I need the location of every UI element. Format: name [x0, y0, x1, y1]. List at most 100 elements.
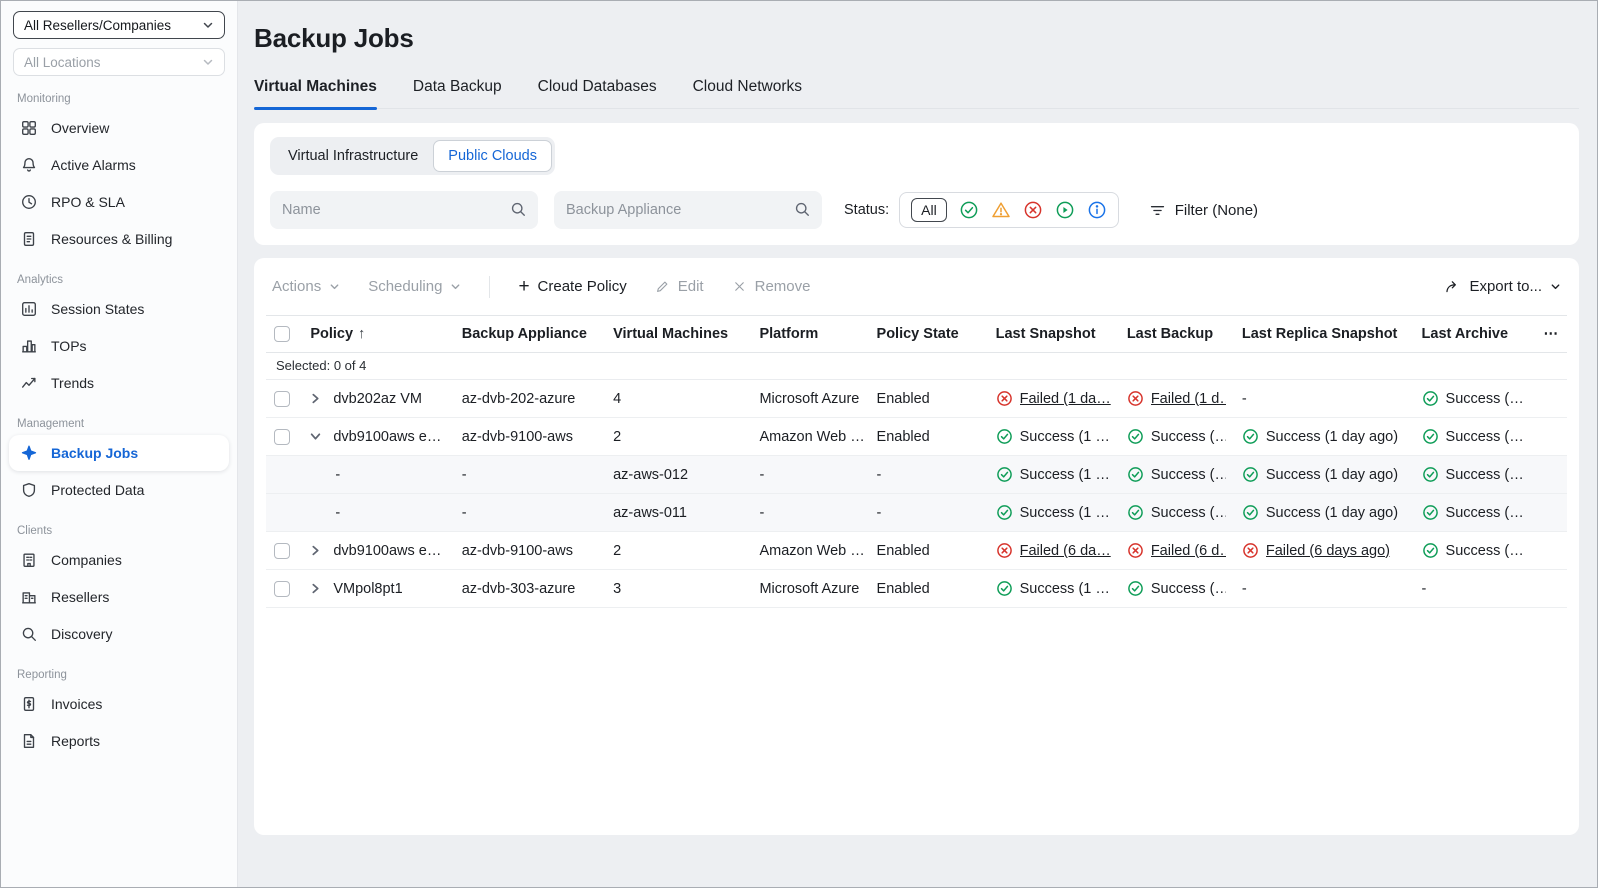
overview-icon — [19, 118, 39, 138]
sidebar-item-label: Overview — [51, 120, 109, 136]
sidebar-item-tops[interactable]: TOPs — [9, 328, 229, 364]
status-info-filter-icon[interactable] — [1087, 200, 1107, 220]
backup-jobs-icon — [19, 443, 39, 463]
chevron-right-icon[interactable] — [310, 583, 324, 594]
success-icon — [996, 428, 1013, 445]
sidebar-item-label: TOPs — [51, 338, 87, 354]
column-settings-button[interactable]: ⋯ — [1531, 316, 1567, 353]
reseller-company-select[interactable]: All Resellers/Companies — [13, 11, 225, 39]
report-icon — [19, 731, 39, 751]
success-icon — [1242, 428, 1259, 445]
last-snapshot-link[interactable]: Failed (6 da… — [1020, 543, 1111, 559]
table-row[interactable]: dvb9100aws e… az-dvb-9100-aws 2 Amazon W… — [266, 418, 1567, 456]
column-last-archive[interactable]: Last Archive — [1414, 316, 1531, 353]
last-snapshot-link[interactable]: Failed (1 da… — [1020, 391, 1111, 407]
name-search-input[interactable] — [270, 191, 538, 229]
tab-cloud-databases[interactable]: Cloud Databases — [538, 78, 657, 108]
row-checkbox[interactable] — [274, 391, 290, 407]
vm-name: az-aws-012 — [605, 456, 751, 494]
sidebar-item-resellers[interactable]: Resellers — [9, 579, 229, 615]
sidebar-item-discovery[interactable]: Discovery — [9, 616, 229, 652]
page-title: Backup Jobs — [254, 23, 1579, 54]
table-row[interactable]: dvb202az VM az-dvb-202-azure 4 Microsoft… — [266, 380, 1567, 418]
column-virtual-machines[interactable]: Virtual Machines — [605, 316, 751, 353]
sidebar-item-trends[interactable]: Trends — [9, 365, 229, 401]
column-backup-appliance[interactable]: Backup Appliance — [454, 316, 605, 353]
actions-dropdown[interactable]: Actions — [272, 278, 340, 295]
tab-cloud-networks[interactable]: Cloud Networks — [693, 78, 802, 108]
location-select[interactable]: All Locations — [13, 48, 225, 76]
sidebar-item-resources-billing[interactable]: Resources & Billing — [9, 221, 229, 257]
status-all-button[interactable]: All — [911, 198, 947, 222]
status-failed-filter-icon[interactable] — [1023, 200, 1043, 220]
pencil-icon — [655, 279, 670, 294]
last-backup-link[interactable]: Failed (1 d… — [1151, 391, 1226, 407]
sidebar-item-invoices[interactable]: Invoices — [9, 686, 229, 722]
last-snapshot-status: Success (1 … — [1020, 467, 1110, 483]
trends-icon — [19, 373, 39, 393]
sidebar-item-label: Active Alarms — [51, 157, 136, 173]
tab-virtual-machines[interactable]: Virtual Machines — [254, 78, 377, 108]
row-checkbox[interactable] — [274, 581, 290, 597]
appliance-search-input[interactable] — [554, 191, 822, 229]
building-icon — [19, 550, 39, 570]
sidebar-item-label: Companies — [51, 552, 122, 568]
select-all-checkbox[interactable] — [274, 326, 290, 342]
sort-asc-icon[interactable]: ↑ — [358, 326, 365, 342]
status-warning-filter-icon[interactable] — [991, 200, 1011, 220]
toggle-virtual-infrastructure[interactable]: Virtual Infrastructure — [273, 140, 433, 172]
archive-cell: - — [1414, 570, 1531, 608]
sidebar-item-reports[interactable]: Reports — [9, 723, 229, 759]
success-icon — [996, 580, 1013, 597]
sidebar-item-companies[interactable]: Companies — [9, 542, 229, 578]
last-replica-link[interactable]: Failed (6 days ago) — [1266, 543, 1390, 559]
sidebar-item-protected-data[interactable]: Protected Data — [9, 472, 229, 508]
filter-row: Status: All Filter (None) — [270, 191, 1563, 229]
chevron-down-icon[interactable] — [310, 431, 324, 442]
remove-button[interactable]: Remove — [732, 278, 811, 295]
last-backup-link[interactable]: Failed (6 d… — [1151, 543, 1226, 559]
column-last-snapshot[interactable]: Last Snapshot — [988, 316, 1119, 353]
toggle-public-clouds[interactable]: Public Clouds — [433, 140, 552, 172]
table-row[interactable]: VMpol8pt1 az-dvb-303-azure 3 Microsoft A… — [266, 570, 1567, 608]
policy-name: dvb9100aws e… — [333, 429, 441, 445]
scheduling-dropdown[interactable]: Scheduling — [368, 278, 461, 295]
column-policy[interactable]: Policy↑ — [302, 316, 453, 353]
sidebar-item-rpo-sla[interactable]: RPO & SLA — [9, 184, 229, 220]
last-snapshot-status: Success (1 … — [1020, 581, 1110, 597]
chevron-right-icon[interactable] — [310, 393, 324, 404]
filter-none-button[interactable]: Filter (None) — [1149, 202, 1258, 219]
table-row[interactable]: dvb9100aws e… az-dvb-9100-aws 2 Amazon W… — [266, 532, 1567, 570]
state-cell: Enabled — [869, 418, 988, 456]
sidebar: All Resellers/Companies All Locations Mo… — [1, 1, 238, 887]
bell-icon — [19, 155, 39, 175]
appliance-cell: - — [454, 494, 605, 532]
sidebar-item-backup-jobs[interactable]: Backup Jobs — [9, 435, 229, 471]
child-vm-row[interactable]: - - az-aws-012 - - Success (1 … Success … — [266, 456, 1567, 494]
column-policy-state[interactable]: Policy State — [869, 316, 988, 353]
row-checkbox[interactable] — [274, 543, 290, 559]
sidebar-item-session-states[interactable]: Session States — [9, 291, 229, 327]
sidebar-item-label: Reports — [51, 733, 100, 749]
tab-data-backup[interactable]: Data Backup — [413, 78, 502, 108]
sidebar-item-overview[interactable]: Overview — [9, 110, 229, 146]
last-replica-status: Success (1 day ago) — [1266, 467, 1398, 483]
column-platform[interactable]: Platform — [751, 316, 868, 353]
platform-cell: - — [751, 456, 868, 494]
row-checkbox[interactable] — [274, 429, 290, 445]
edit-button[interactable]: Edit — [655, 278, 704, 295]
column-last-replica-snapshot[interactable]: Last Replica Snapshot — [1234, 316, 1414, 353]
policy-cell: - — [310, 505, 340, 521]
column-last-backup[interactable]: Last Backup — [1119, 316, 1234, 353]
child-vm-row[interactable]: - - az-aws-011 - - Success (1 … Success … — [266, 494, 1567, 532]
export-button[interactable]: Export to... — [1444, 278, 1561, 295]
sidebar-item-active-alarms[interactable]: Active Alarms — [9, 147, 229, 183]
sidebar-item-label: Discovery — [51, 626, 112, 642]
table-header-row: Policy↑ Backup Appliance Virtual Machine… — [266, 316, 1567, 353]
chevron-right-icon[interactable] — [310, 545, 324, 556]
status-success-filter-icon[interactable] — [959, 200, 979, 220]
status-running-filter-icon[interactable] — [1055, 200, 1075, 220]
create-policy-button[interactable]: + Create Policy — [518, 278, 626, 295]
appliance-cell: az-dvb-202-azure — [454, 380, 605, 418]
success-icon — [1422, 504, 1439, 521]
